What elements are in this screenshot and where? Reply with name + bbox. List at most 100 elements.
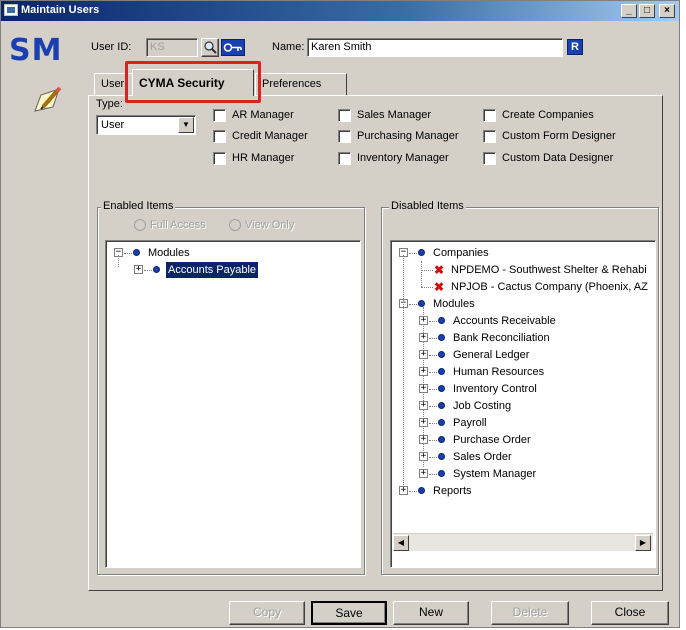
expand-icon[interactable]: + <box>419 367 428 376</box>
delete-button[interactable]: Delete <box>491 601 569 625</box>
close-window-button[interactable]: × <box>659 4 675 18</box>
new-button[interactable]: New <box>393 601 469 625</box>
view-only-radio[interactable] <box>229 219 241 231</box>
highlight-box <box>125 61 261 103</box>
checkbox-sales-manager-label: Sales Manager <box>357 109 431 121</box>
view-only-label: View Only <box>245 219 295 231</box>
expand-icon[interactable]: + <box>419 384 428 393</box>
maintain-users-window: Maintain Users _ □ × SM User ID: KS Name… <box>0 0 680 628</box>
tab-preferences[interactable]: Preferences <box>255 73 347 95</box>
title-bar[interactable]: Maintain Users _ □ × <box>1 1 679 21</box>
expand-icon[interactable]: + <box>419 469 428 478</box>
enabled-items-title: Enabled Items <box>101 200 176 212</box>
tree-item-payroll[interactable]: + Payroll <box>419 415 649 431</box>
type-select[interactable]: User ▼ <box>96 115 196 135</box>
node-icon <box>438 470 445 477</box>
tree-item-companies[interactable]: − Companies <box>399 245 649 261</box>
scroll-right-arrow-icon[interactable]: ▶ <box>635 535 651 551</box>
checkbox-custom-form-designer-label: Custom Form Designer <box>502 130 616 142</box>
tree-item-label: NPJOB - Cactus Company (Phoenix, AZ <box>451 281 648 293</box>
expand-icon[interactable]: + <box>399 486 408 495</box>
tree-item-bank-reconciliation[interactable]: + Bank Reconciliation <box>419 330 649 346</box>
tree-item-label: Human Resources <box>453 366 545 378</box>
tree-item-system-manager[interactable]: + System Manager <box>419 466 649 482</box>
node-icon <box>418 300 425 307</box>
tree-item-general-ledger[interactable]: + General Ledger <box>419 347 649 363</box>
search-user-button[interactable] <box>201 38 219 57</box>
tree-item-purchase-order[interactable]: + Purchase Order <box>419 432 649 448</box>
checkbox-create-companies-label: Create Companies <box>502 109 594 121</box>
key-icon[interactable] <box>221 39 245 56</box>
expand-icon[interactable]: + <box>419 418 428 427</box>
type-select-value: User <box>101 119 125 131</box>
pencil-note-icon[interactable] <box>31 85 65 118</box>
checkbox-credit-manager-label: Credit Manager <box>232 130 308 142</box>
full-access-radio[interactable] <box>134 219 146 231</box>
tree-item-modules[interactable]: − Modules <box>114 245 314 261</box>
tree-item-label: Payroll <box>453 417 487 429</box>
checkbox-ar-manager-label: AR Manager <box>232 109 294 121</box>
minimize-button[interactable]: _ <box>621 4 637 18</box>
user-id-field[interactable]: KS <box>146 38 198 57</box>
node-icon <box>438 368 445 375</box>
checkbox-inventory-manager[interactable] <box>338 152 351 165</box>
type-label: Type: <box>96 98 123 110</box>
tree-item-accounts-payable[interactable]: + Accounts Payable <box>134 261 334 279</box>
tree-item-label: Reports <box>433 485 472 497</box>
horizontal-scrollbar[interactable]: ◀ ▶ <box>393 533 653 551</box>
red-x-icon: ✖ <box>434 263 445 277</box>
close-button[interactable]: Close <box>591 601 669 625</box>
tree-item-reports[interactable]: + Reports <box>399 483 649 499</box>
tree-item-accounts-receivable[interactable]: + Accounts Receivable <box>419 313 649 329</box>
checkbox-credit-manager[interactable] <box>213 130 226 143</box>
disabled-items-tree[interactable]: − Companies ✖ NPDEMO - Southwest Shelter… <box>390 240 656 568</box>
full-access-label: Full Access <box>150 219 206 231</box>
maximize-button[interactable]: □ <box>639 4 655 18</box>
copy-button[interactable]: Copy <box>229 601 305 625</box>
node-icon <box>438 317 445 324</box>
expand-icon[interactable]: + <box>419 350 428 359</box>
window-title: Maintain Users <box>21 4 100 16</box>
checkbox-hr-manager[interactable] <box>213 152 226 165</box>
chevron-down-icon[interactable]: ▼ <box>178 117 194 133</box>
tree-item-label: Purchase Order <box>453 434 531 446</box>
expand-icon[interactable]: + <box>419 333 428 342</box>
tree-item-sales-order[interactable]: + Sales Order <box>419 449 649 465</box>
expand-icon[interactable]: + <box>419 435 428 444</box>
node-icon <box>438 402 445 409</box>
enabled-items-tree[interactable]: − Modules + Accounts Payable <box>105 240 361 568</box>
name-label: Name: <box>272 41 305 53</box>
tree-item-npjob[interactable]: ✖ NPJOB - Cactus Company (Phoenix, AZ <box>421 279 655 295</box>
tree-item-label: General Ledger <box>453 349 530 361</box>
checkbox-ar-manager[interactable] <box>213 109 226 122</box>
checkbox-custom-form-designer[interactable] <box>483 130 496 143</box>
node-icon <box>418 487 425 494</box>
name-field[interactable]: Karen Smith <box>307 38 563 57</box>
window-icon <box>4 4 18 16</box>
expand-icon[interactable]: + <box>419 401 428 410</box>
node-icon <box>438 385 445 392</box>
node-icon <box>133 249 140 256</box>
tree-item-human-resources[interactable]: + Human Resources <box>419 364 649 380</box>
checkbox-custom-data-designer[interactable] <box>483 152 496 165</box>
node-icon <box>438 351 445 358</box>
expand-icon[interactable]: + <box>419 316 428 325</box>
expand-icon[interactable]: + <box>419 452 428 461</box>
tree-item-job-costing[interactable]: + Job Costing <box>419 398 649 414</box>
save-button[interactable]: Save <box>311 601 387 625</box>
red-x-icon: ✖ <box>434 280 445 294</box>
tree-item-modules[interactable]: − Modules <box>399 296 649 312</box>
tree-item-label: Sales Order <box>453 451 512 463</box>
checkbox-sales-manager[interactable] <box>338 109 351 122</box>
sm-logo: SM <box>9 33 63 68</box>
r-badge-button[interactable]: R <box>567 39 583 55</box>
scroll-left-arrow-icon[interactable]: ◀ <box>393 535 409 551</box>
checkbox-purchasing-manager[interactable] <box>338 130 351 143</box>
tree-item-npdemo[interactable]: ✖ NPDEMO - Southwest Shelter & Rehabi <box>421 262 655 278</box>
node-icon <box>418 249 425 256</box>
tree-item-label: Companies <box>433 247 489 259</box>
node-icon <box>438 436 445 443</box>
tree-item-inventory-control[interactable]: + Inventory Control <box>419 381 649 397</box>
checkbox-create-companies[interactable] <box>483 109 496 122</box>
expand-icon[interactable]: + <box>134 265 143 274</box>
